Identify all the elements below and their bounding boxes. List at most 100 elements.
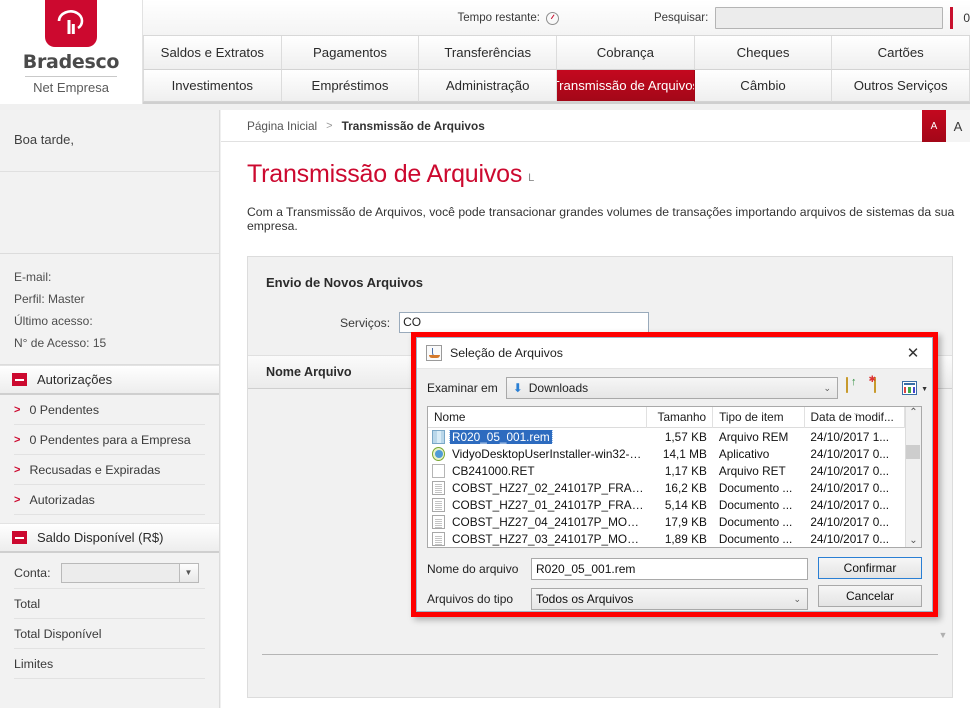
servicos-select[interactable]: CO [399,312,650,333]
collapse-minus-icon[interactable] [12,373,27,386]
file-row[interactable]: R020_05_001.rem 1,57 KB Arquivo REM 24/1… [428,428,905,445]
sidebar-section-autorizacoes[interactable]: Autorizações [0,365,219,395]
file-name: COBST_HZ27_03_241017P_MOV.TXT [452,532,647,547]
sidebar-item-autorizadas[interactable]: > Autorizadas [14,485,205,515]
column-header-data[interactable]: ⌄ Data de modif... [805,407,905,428]
sidebar-autorizacoes-list: > 0 Pendentes > 0 Pendentes para a Empre… [0,395,219,515]
breadcrumb-current: Transmissão de Arquivos [341,118,485,133]
file-row[interactable]: COBST_HZ27_02_241017P_FRA.TXT 16,2 KB Do… [428,479,905,496]
search-label: Pesquisar: [653,12,709,24]
font-size-large-button[interactable]: A [946,110,970,142]
primary-nav-row: Saldos e Extratos Pagamentos Transferênc… [143,36,970,70]
nav-tab-cobranca[interactable]: Cobrança [557,36,695,70]
confirm-button[interactable]: Confirmar [818,557,922,579]
brand-divider [25,76,117,77]
file-list[interactable]: Nome Tamanho Tipo de item ⌄ Data de modi… [427,406,922,548]
conta-select[interactable]: ▼ [60,562,199,583]
panel-scrollbar[interactable]: ▼ [937,261,949,693]
file-list-scrollbar[interactable]: ⌃ ⌄ [905,407,921,547]
sidebar-empty-block [0,172,219,254]
nav-tab-pagamentos[interactable]: Pagamentos [281,36,420,70]
panel-divider [262,654,938,655]
scroll-up-icon[interactable]: ⌃ [909,408,917,418]
filename-row: Nome do arquivo R020_05_001.rem [427,557,808,581]
column-header-tipo[interactable]: Tipo de item [713,407,805,428]
file-date: 24/10/2017 0... [810,446,890,461]
dialog-footer: Nome do arquivo R020_05_001.rem Arquivos… [427,557,922,611]
column-header-tamanho[interactable]: Tamanho [647,407,714,428]
search-input[interactable] [715,7,944,29]
chevron-down-icon: ▼ [921,386,928,393]
chevron-down-icon[interactable]: ⌄ [823,383,831,394]
nav-tab-administracao[interactable]: Administração [419,70,558,102]
collapse-minus-icon[interactable] [12,531,27,544]
nav-tab-saldos-e-extratos[interactable]: Saldos e Extratos [143,36,282,70]
file-name-cell: R020_05_001.rem [428,429,647,444]
file-row[interactable]: COBST_HZ27_03_241017P_MOV.TXT 1,89 KB Do… [428,531,905,547]
text-document-icon [432,480,445,495]
sidebar-item-pendentes-empresa[interactable]: > 0 Pendentes para a Empresa [14,425,205,455]
file-size: 16,2 KB [664,480,707,495]
file-row[interactable]: VidyoDesktopUserInstaller-win32-TAG... 1… [428,445,905,462]
file-date: 24/10/2017 0... [810,515,890,530]
file-table-header-nome: Nome Arquivo [266,365,352,379]
breadcrumb-home[interactable]: Página Inicial [247,119,317,133]
sidebar-item-pendentes[interactable]: > 0 Pendentes [14,395,205,425]
search-trailing-text: 0 [963,11,970,25]
sidebar-section-saldo-label: Saldo Disponível (R$) [37,530,164,545]
close-icon[interactable]: ✕ [902,342,924,364]
nav-tab-cartoes[interactable]: Cartões [832,36,970,70]
application-window: Tempo restante: Pesquisar: 0 Bradesco Ne… [0,0,970,708]
file-name-cell: COBST_HZ27_01_241017P_FRA.TXT [428,497,647,512]
chevron-down-icon[interactable]: ⌄ [793,589,801,609]
new-folder-icon[interactable] [874,377,894,398]
bradesco-logo-icon [45,0,97,47]
sidebar-section-saldo-disponivel[interactable]: Saldo Disponível (R$) [0,523,219,553]
file-row[interactable]: CB241000.RET 1,17 KB Arquivo RET 24/10/2… [428,462,905,479]
nav-tab-cambio[interactable]: Câmbio [694,70,833,102]
sidebar-item-label: Limites [14,656,54,671]
file-row[interactable]: COBST_HZ27_04_241017P_MOV.TXT 17,9 KB Do… [428,513,905,530]
nav-tab-investimentos[interactable]: Investimentos [143,70,282,102]
file-list-rows: R020_05_001.rem 1,57 KB Arquivo REM 24/1… [428,428,905,547]
rem-file-icon [432,429,445,444]
nav-tab-transferencias[interactable]: Transferências [419,36,558,70]
filetype-select[interactable]: Todos os Arquivos ⌄ [531,588,808,610]
look-in-combo[interactable]: ⬇ Downloads ⌄ [505,377,838,399]
file-type: Documento ... [718,497,793,512]
sidebar-item-label: 0 Pendentes [29,402,100,417]
sidebar-item-label: Total [14,596,41,611]
view-mode-icon[interactable]: ▼ [902,378,928,398]
nav-tab-cheques[interactable]: Cheques [694,36,833,70]
page-title: Transmissão de Arquivos L [221,142,970,189]
file-date: 24/10/2017 0... [810,497,890,512]
file-row[interactable]: COBST_HZ27_01_241017P_FRA.TXT 5,14 KB Do… [428,496,905,513]
file-name: CB241000.RET [452,463,535,478]
file-size: 17,9 KB [664,515,707,530]
session-timer-label: Tempo restante: [457,12,540,24]
column-header-nome[interactable]: Nome [428,407,647,428]
page-title-mark: L [528,172,535,184]
nav-tab-transmissao-de-arquivos[interactable]: Transmissão de Arquivos [557,70,695,102]
file-type: Documento ... [718,532,793,547]
chevron-down-icon[interactable]: ▼ [178,563,198,582]
chevron-down-icon[interactable]: ▼ [937,629,949,641]
look-in-value: Downloads [528,381,589,395]
nav-tab-emprestimos[interactable]: Empréstimos [281,70,420,102]
cancel-button[interactable]: Cancelar [818,585,922,607]
sidebar-item-recusadas-expiradas[interactable]: > Recusadas e Expiradas [14,455,205,485]
font-size-small-button[interactable]: A [922,110,946,142]
scrollbar-thumb[interactable] [906,445,920,459]
filetype-row: Arquivos do tipo Todos os Arquivos ⌄ [427,587,808,611]
sidebar-info-ultimo-acesso: Último acesso: [14,314,93,328]
file-size: 1,89 KB [664,532,707,547]
page-description: Com a Transmissão de Arquivos, você pode… [247,205,955,233]
folder-up-icon[interactable] [846,377,866,398]
servicos-row: Serviços: CO [248,290,952,333]
brand-logo-block[interactable]: Bradesco Net Empresa [0,0,143,104]
filename-input[interactable]: R020_05_001.rem [531,558,808,580]
search-accent-bar [950,7,954,29]
font-size-controls: A A [922,110,970,142]
nav-tab-outros-servicos[interactable]: Outros Serviços [832,70,970,102]
scroll-down-icon[interactable]: ⌄ [909,536,917,546]
